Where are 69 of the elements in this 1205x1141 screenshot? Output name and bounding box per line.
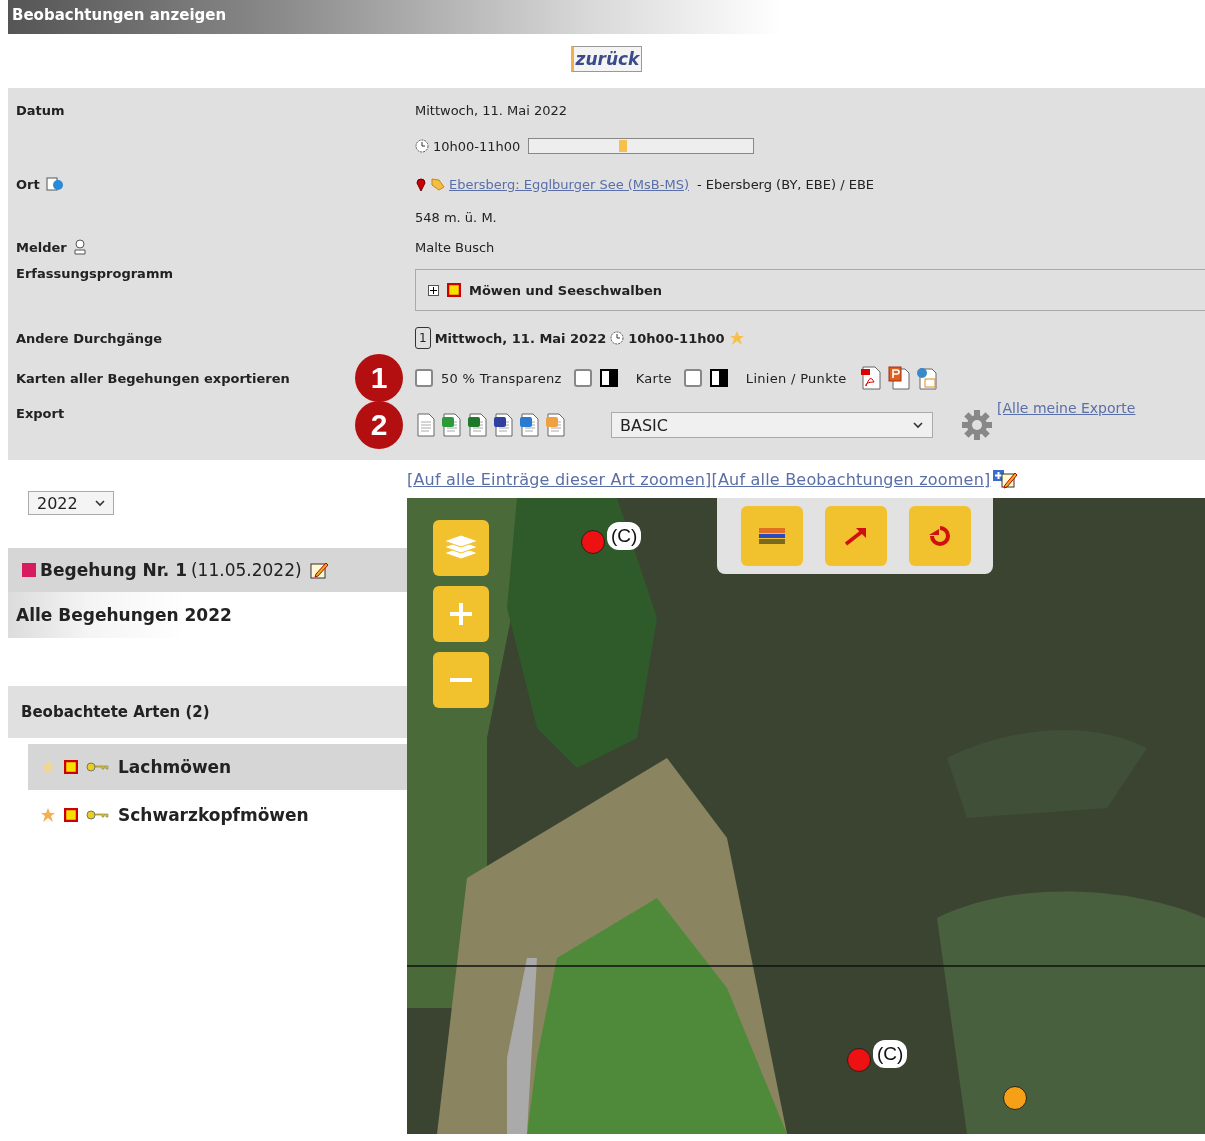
zoom-link[interactable]: [Auf alle Einträge dieser Art zoomen]: [407, 469, 712, 489]
star-icon: [40, 807, 56, 823]
reset-button[interactable]: [909, 506, 971, 566]
star-icon: [728, 330, 745, 346]
species-item[interactable]: Lachmöwen: [28, 744, 407, 790]
year-select[interactable]: 2022: [28, 491, 114, 515]
checkbox[interactable]: [573, 369, 592, 387]
format-select[interactable]: BASIC: [611, 412, 933, 438]
caret-icon: [95, 499, 105, 507]
spreadsheet-icon[interactable]: [441, 413, 463, 437]
square-icon: [22, 563, 36, 577]
field-label: Karten aller Begehungen exportieren: [16, 370, 290, 386]
clock-icon: [610, 331, 625, 345]
checkbox[interactable]: [683, 369, 702, 387]
field-label: Datum: [16, 102, 65, 118]
key-icon: [86, 761, 110, 773]
field-label: Ort: [16, 176, 40, 192]
star-icon: [40, 759, 56, 775]
marker-label: (C): [873, 1040, 908, 1068]
half-square-icon: [599, 369, 618, 387]
visit-title: Begehung Nr. 1: [40, 560, 187, 580]
option-label: Linien / Punkte: [745, 370, 847, 386]
callout-number: 1: [355, 354, 403, 402]
slides-icon[interactable]: [886, 366, 911, 390]
pdf-icon[interactable]: [858, 366, 883, 390]
half-square-icon: [709, 369, 728, 387]
pin-icon: [415, 176, 427, 192]
field-label: Andere Durchgänge: [16, 330, 163, 346]
expand-toggle[interactable]: [428, 284, 439, 296]
caret-icon: [912, 421, 924, 429]
visit-item[interactable]: Begehung Nr. 1 (11.05.2022): [8, 548, 407, 592]
arrow-button[interactable]: [825, 506, 887, 566]
option-label: 50 % Transparenz: [441, 370, 562, 386]
date-value: Mittwoch, 11. Mai 2022: [415, 102, 568, 118]
minus-icon: [448, 678, 474, 682]
back-button[interactable]: zurück: [570, 46, 643, 72]
option-label: Karte: [635, 370, 672, 386]
checkbox[interactable]: [415, 369, 433, 387]
altitude-value: 548 m. ü. M.: [415, 209, 497, 225]
section-header: Beobachtete Arten (2): [8, 686, 407, 738]
edit-icon[interactable]: [309, 560, 330, 580]
key-icon: [86, 809, 110, 821]
legend-button[interactable]: [741, 506, 803, 566]
species-item[interactable]: Schwarzkopfmöwen: [28, 792, 407, 838]
field-label: Export: [16, 406, 65, 421]
visit-time: 10h00-11h00: [628, 330, 725, 346]
time-value: 10h00-11h00: [433, 138, 521, 154]
program-name: Möwen und Seeschwalben: [469, 282, 663, 298]
exports-link[interactable]: [Alle meine Exporte: [997, 400, 1136, 416]
region-text: - Ebersberg (BY, EBE) / EBE: [696, 176, 875, 192]
settings-icon[interactable]: [961, 409, 993, 441]
spreadsheet-icon[interactable]: [467, 413, 489, 437]
person-icon: [72, 239, 87, 255]
zoom-link[interactable]: [Auf alle Beobachtungen zoomen]: [711, 469, 991, 489]
clock-icon: [415, 139, 429, 153]
visit-date: (11.05.2022): [191, 560, 302, 580]
field-label: Erfassungsprogramm: [16, 266, 173, 281]
location-link[interactable]: Ebersberg: Egglburger See (MsB-MS): [449, 176, 689, 192]
tag-icon: [431, 177, 445, 191]
circular-arrow-icon: [927, 523, 953, 549]
plus-icon: [448, 601, 474, 627]
callout-number: 2: [355, 401, 403, 449]
document-icon[interactable]: [415, 413, 437, 437]
marker-label: (C): [607, 522, 642, 550]
reporter-value: Malte Busch: [415, 239, 495, 255]
visit-date: Mittwoch, 11. Mai 2022: [434, 330, 607, 346]
map-icon[interactable]: [45, 176, 64, 192]
visit-number[interactable]: 1: [415, 327, 431, 349]
field-label: Melder: [16, 239, 67, 255]
